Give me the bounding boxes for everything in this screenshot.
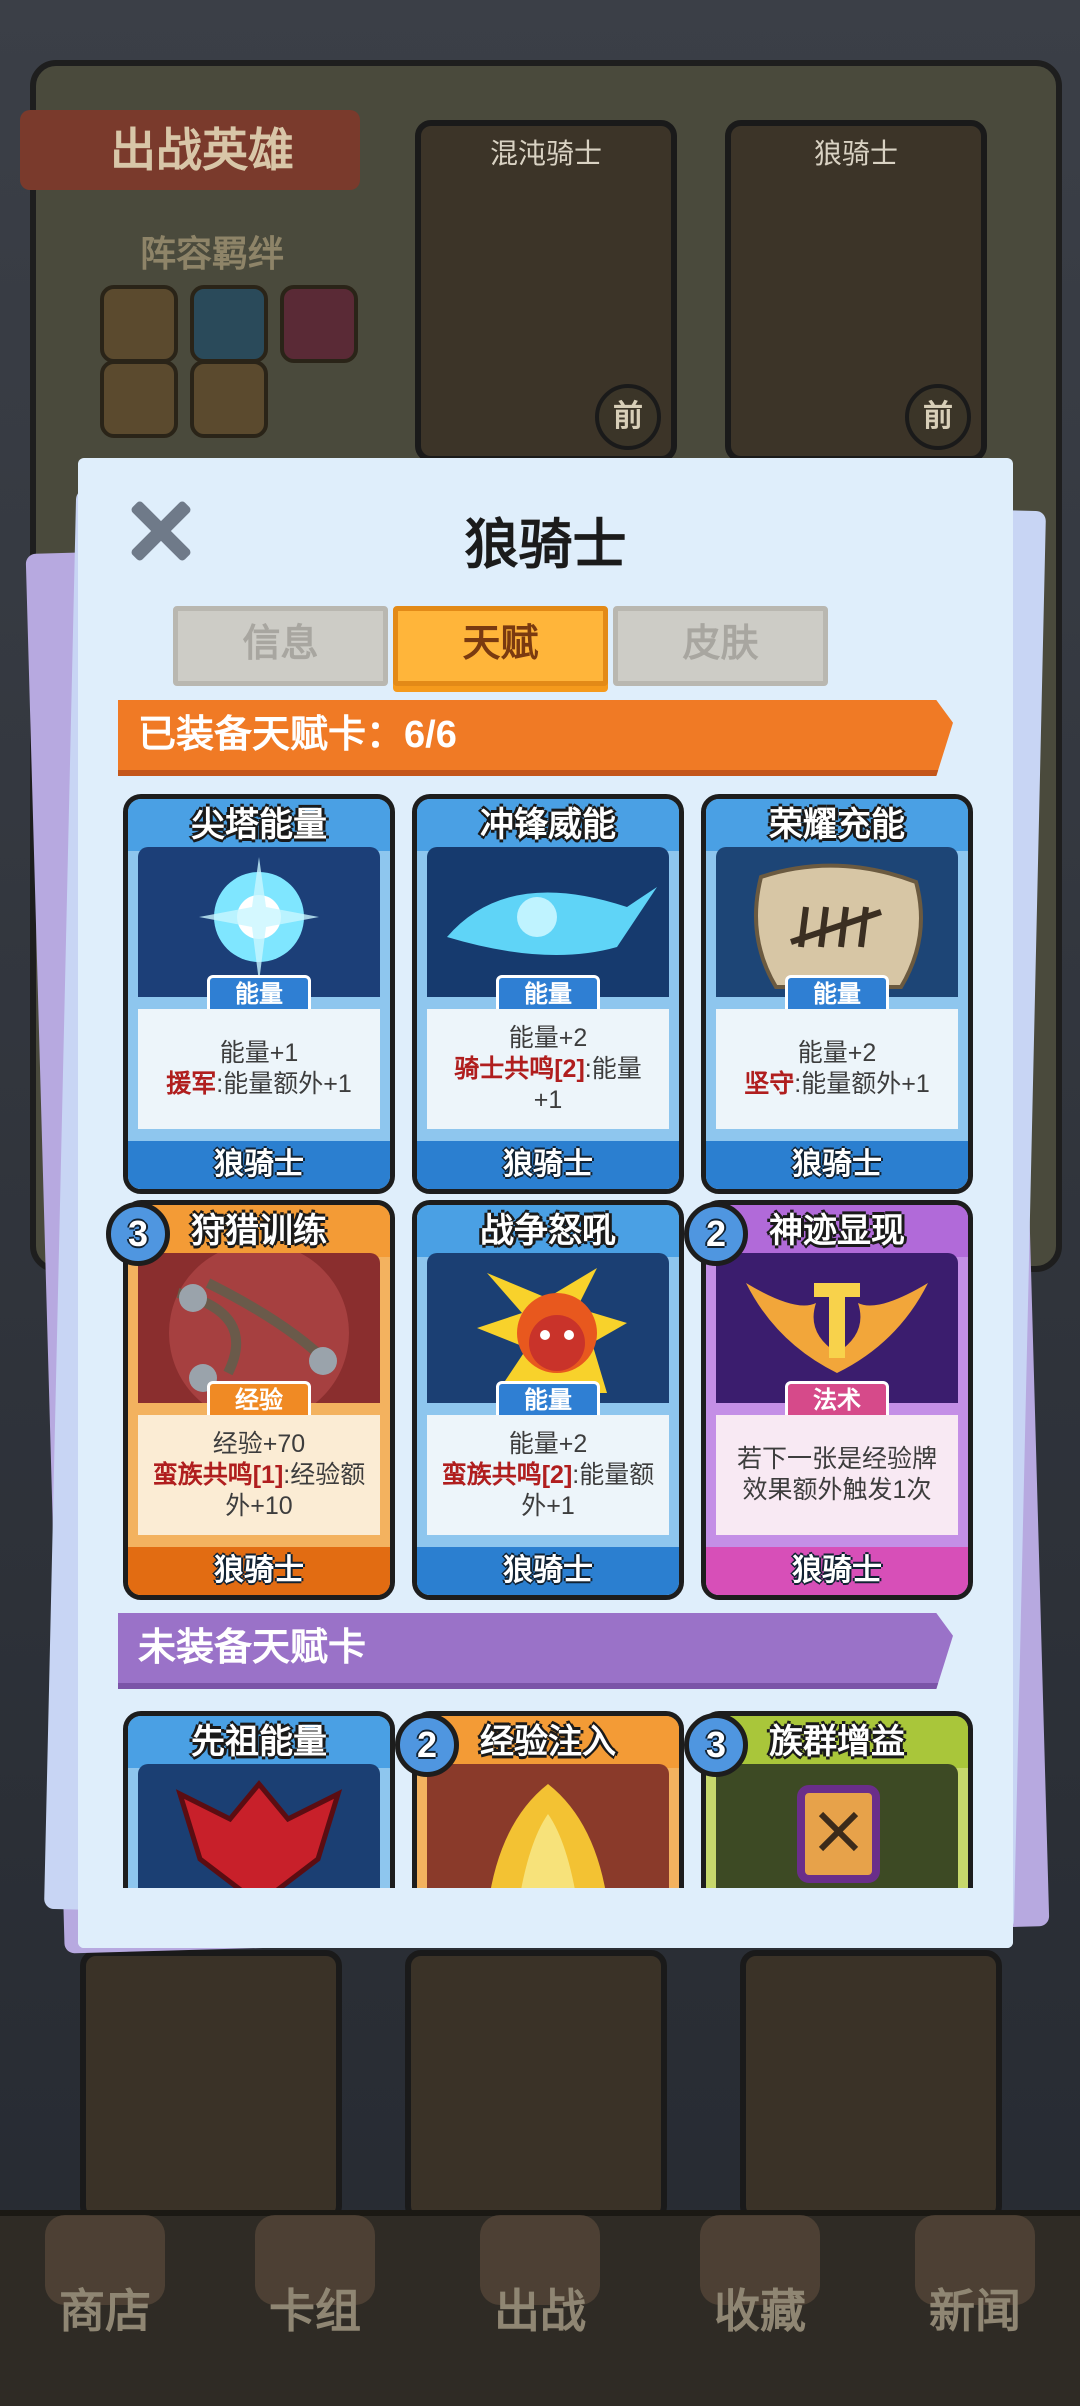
nav-deck[interactable]: 卡组 xyxy=(215,2275,415,2341)
modal-title: 狼骑士 xyxy=(464,515,627,575)
card-level-badge: 3 xyxy=(684,1713,748,1777)
synergy-icon[interactable] xyxy=(100,285,178,363)
scroll-area-bottom xyxy=(78,1888,1013,1948)
card-title: 战争怒吼 xyxy=(417,1205,679,1257)
card-level-badge: 2 xyxy=(395,1713,459,1777)
synergy-label: 阵容羁绊 xyxy=(140,233,285,274)
lineup-title: 出战英雄 xyxy=(20,110,360,190)
card-owner: 狼骑士 xyxy=(417,1141,679,1189)
card-title: 荣耀充能 xyxy=(706,799,968,851)
card-level-badge: 3 xyxy=(106,1202,170,1266)
nav-shop[interactable]: 商店 xyxy=(5,2275,205,2341)
synergy-icon[interactable] xyxy=(190,360,268,438)
hero-name: 狼骑士 xyxy=(813,138,898,169)
nav-collection[interactable]: 收藏 xyxy=(660,2275,860,2341)
card-description: 经验+70 蛮族共鸣[1]:经验额 外+10 xyxy=(138,1415,380,1535)
hero-card[interactable] xyxy=(80,1950,342,2222)
hero-card[interactable] xyxy=(740,1950,1002,2222)
synergy-icon[interactable] xyxy=(190,285,268,363)
card-description: 能量+2 骑士共鸣[2]:能量 +1 xyxy=(427,1009,669,1129)
card-description: 能量+2 坚守:能量额外+1 xyxy=(716,1009,958,1129)
card-level-badge: 2 xyxy=(684,1202,748,1266)
card-owner: 狼骑士 xyxy=(706,1141,968,1189)
nav-news[interactable]: 新闻 xyxy=(875,2275,1075,2341)
card-owner: 狼骑士 xyxy=(706,1547,968,1595)
hero-card[interactable]: 狼骑士 前 xyxy=(725,120,987,462)
talent-card[interactable]: 神迹显现 法术 若下一张是经验牌 效果额外触发1次 狼骑士 xyxy=(701,1200,973,1600)
card-owner: 狼骑士 xyxy=(128,1141,390,1189)
card-description: 能量+1 援军:能量额外+1 xyxy=(138,1009,380,1129)
position-tag: 前 xyxy=(905,384,971,450)
talent-card[interactable]: 战争怒吼 能量 能量+2 蛮族共鸣[2]:能量额 外+1 狼骑士 xyxy=(412,1200,684,1600)
talent-modal: 狼骑士 信息 天赋 皮肤 已装备天赋卡：6/6 尖塔能量 能量 能量+1 援军:… xyxy=(78,458,1013,1948)
nav-battle[interactable]: 出战 xyxy=(440,2275,640,2341)
talent-card[interactable]: 尖塔能量 能量 能量+1 援军:能量额外+1 狼骑士 xyxy=(123,794,395,1194)
unequipped-header: 未装备天赋卡 xyxy=(118,1613,953,1689)
card-title: 尖塔能量 xyxy=(128,799,390,851)
card-description: 能量+2 蛮族共鸣[2]:能量额 外+1 xyxy=(427,1415,669,1535)
card-title: 冲锋威能 xyxy=(417,799,679,851)
card-owner: 狼骑士 xyxy=(417,1547,679,1595)
card-description: 若下一张是经验牌 效果额外触发1次 xyxy=(716,1415,958,1535)
tab-info[interactable]: 信息 xyxy=(173,606,388,686)
synergy-icon[interactable] xyxy=(280,285,358,363)
equipped-header: 已装备天赋卡：6/6 xyxy=(118,700,953,776)
talent-card[interactable]: 荣耀充能 能量 能量+2 坚守:能量额外+1 狼骑士 xyxy=(701,794,973,1194)
talent-card[interactable]: 冲锋威能 能量 能量+2 骑士共鸣[2]:能量 +1 狼骑士 xyxy=(412,794,684,1194)
synergy-icon[interactable] xyxy=(100,360,178,438)
tab-talent[interactable]: 天赋 xyxy=(393,606,608,686)
talent-card[interactable]: 狩猎训练 经验 经验+70 蛮族共鸣[1]:经验额 外+10 狼骑士 xyxy=(123,1200,395,1600)
card-title: 先祖能量 xyxy=(128,1716,390,1768)
hero-name: 混沌骑士 xyxy=(489,138,602,169)
hero-card[interactable] xyxy=(405,1950,667,2222)
tab-skin[interactable]: 皮肤 xyxy=(613,606,828,686)
hero-card[interactable]: 混沌骑士 前 xyxy=(415,120,677,462)
card-owner: 狼骑士 xyxy=(128,1547,390,1595)
position-tag: 前 xyxy=(595,384,661,450)
